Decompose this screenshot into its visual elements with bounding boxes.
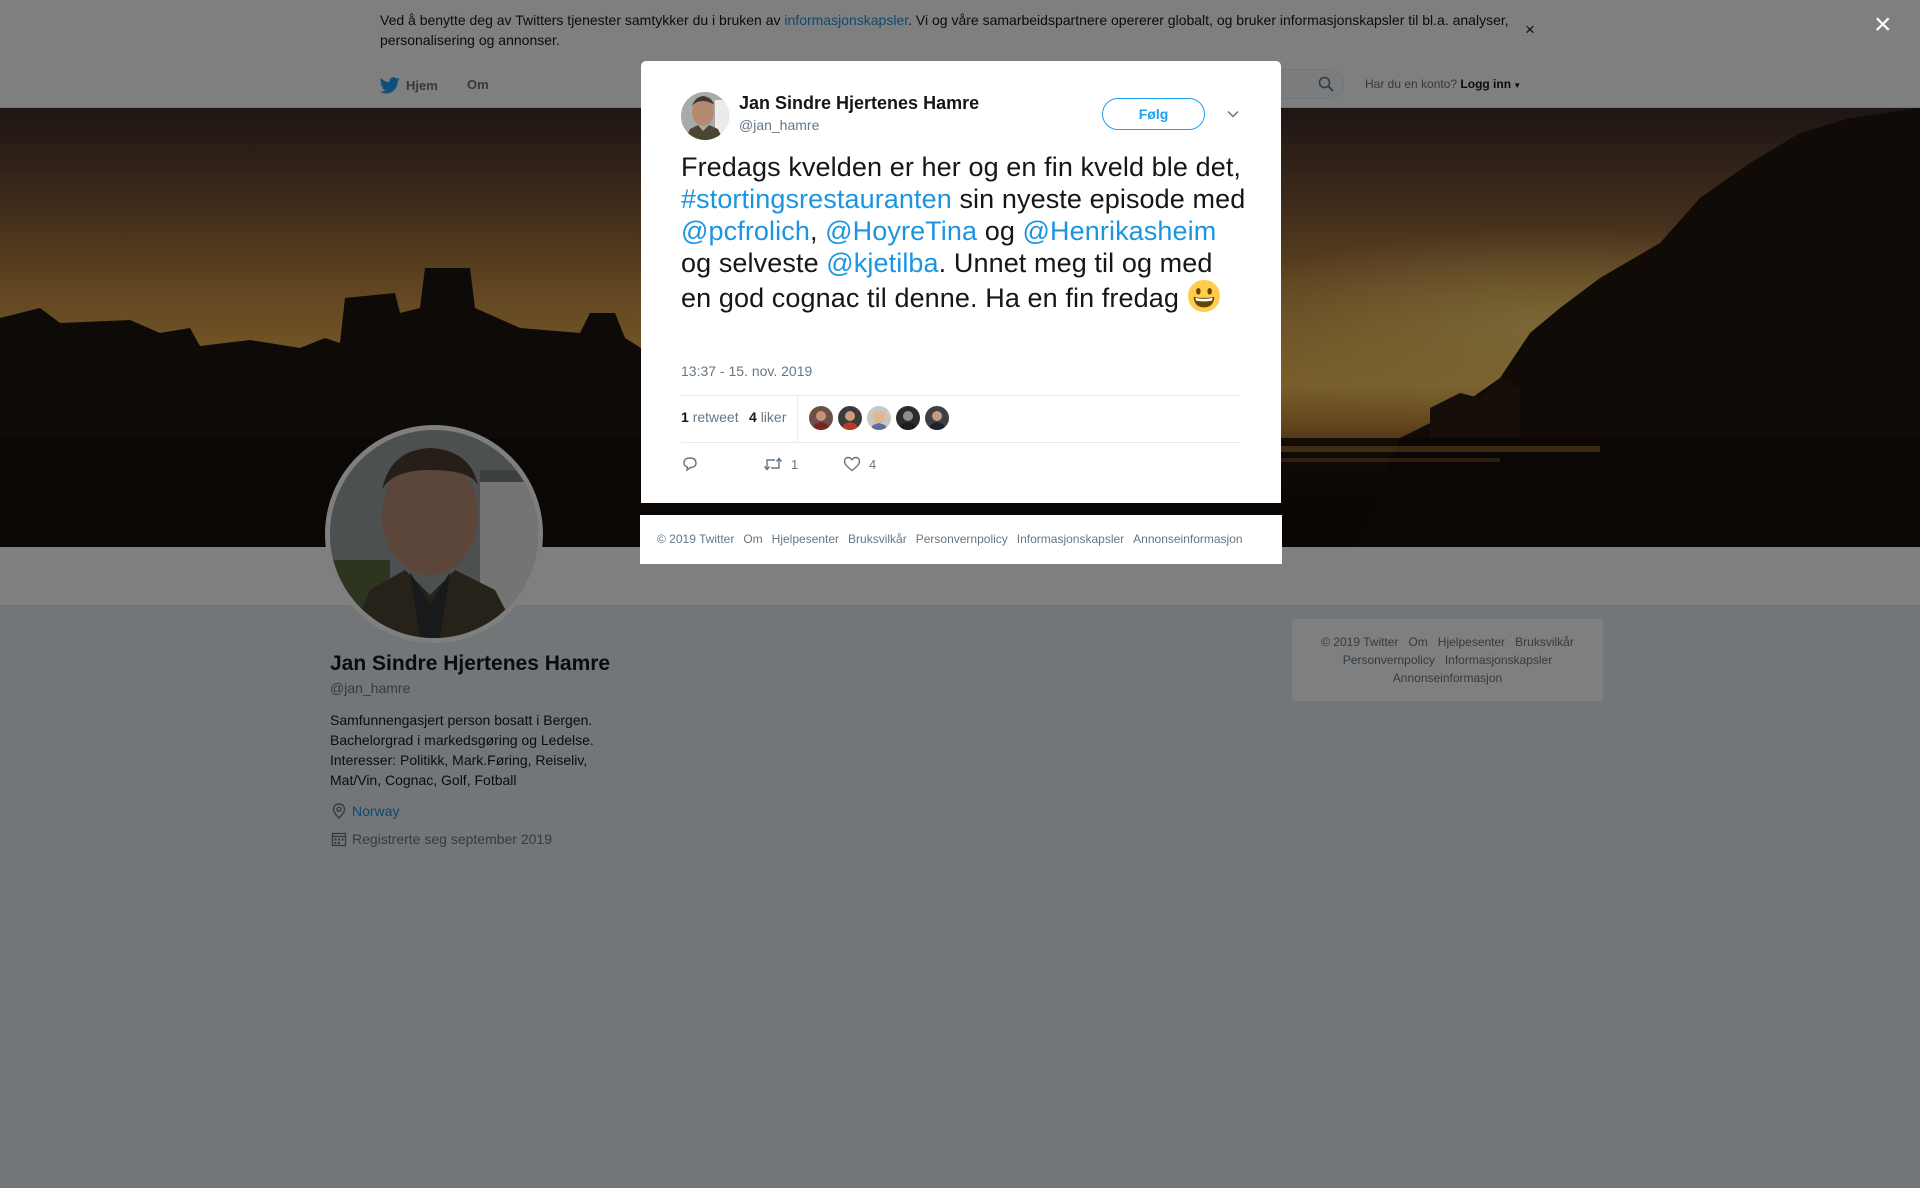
retweet-count: 1 (681, 409, 689, 425)
overlay-close-icon[interactable]: × (1874, 10, 1892, 40)
tweet-actions: 1 4 (681, 455, 981, 479)
hashtag-link[interactable]: #stortingsrestauranten (681, 184, 952, 214)
like-stat[interactable]: 4 liker (749, 409, 786, 425)
reply-button[interactable] (681, 455, 699, 473)
like-button[interactable]: 4 (843, 455, 876, 473)
like-count: 4 (749, 409, 757, 425)
tweet-stats: 1 retweet 4 liker (681, 395, 1241, 443)
tweet-timestamp[interactable]: 13:37 - 15. nov. 2019 (681, 363, 812, 379)
like-label: liker (760, 409, 787, 425)
tweet-author-name[interactable]: Jan Sindre Hjertenes Hamre (739, 93, 979, 114)
footer-link-help[interactable]: Hjelpesenter (772, 532, 839, 546)
mention-link[interactable]: @kjetilba (826, 248, 938, 278)
tweet-modal: Jan Sindre Hjertenes Hamre @jan_hamre Fø… (641, 61, 1281, 503)
liker-photo (896, 406, 920, 430)
liker-avatar[interactable] (867, 406, 891, 430)
mention-link[interactable]: @pcfrolich (681, 216, 810, 246)
footer-link-about[interactable]: Om (743, 532, 762, 546)
liker-avatar[interactable] (809, 406, 833, 430)
reply-icon (683, 457, 697, 472)
liker-photo (838, 406, 862, 430)
follow-button[interactable]: Følg (1102, 98, 1205, 130)
retweet-stat[interactable]: 1 retweet (681, 409, 739, 425)
retweet-label: retweet (692, 409, 739, 425)
tweet-text-part: sin nyeste episode med (951, 184, 1246, 214)
liker-avatar[interactable] (896, 406, 920, 430)
tweet-author-avatar[interactable] (681, 92, 729, 140)
like-action-count: 4 (869, 456, 877, 472)
mention-link[interactable]: @Henrikasheim (1023, 216, 1217, 246)
grinning-face-emoji-icon (1187, 279, 1220, 313)
liker-avatar[interactable] (925, 406, 949, 430)
retweet-action-count: 1 (791, 456, 799, 472)
tweet-text: Fredags kvelden er her og en fin kveld b… (681, 151, 1246, 314)
footer-link-cookies[interactable]: Informasjonskapsler (1017, 532, 1124, 546)
heart-icon (843, 456, 861, 472)
liker-photo (925, 406, 949, 430)
footer-link-privacy[interactable]: Personvernpolicy (916, 532, 1008, 546)
tweet-text-part: Fredags kvelden er her og en fin kveld b… (681, 152, 1242, 182)
tweet-text-part: og (977, 216, 1023, 246)
tweet-text-part: og selveste (681, 248, 827, 278)
retweet-icon (763, 457, 783, 471)
tweet-author-handle[interactable]: @jan_hamre (739, 117, 819, 133)
liker-photo (867, 406, 891, 430)
author-photo (681, 92, 729, 140)
liker-photo (809, 406, 833, 430)
footer-copyright: © 2019 Twitter (657, 532, 735, 546)
footer-link-terms[interactable]: Bruksvilkår (848, 532, 907, 546)
retweet-button[interactable]: 1 (763, 455, 798, 473)
liker-avatar[interactable] (838, 406, 862, 430)
mention-link[interactable]: @HoyreTina (825, 216, 977, 246)
stats-divider (797, 396, 798, 442)
modal-footer: © 2019 Twitter Om Hjelpesenter Bruksvilkår P… (640, 515, 1282, 564)
footer-link-ads[interactable]: Annonseinformasjon (1133, 532, 1242, 546)
tweet-text-part: , (809, 216, 826, 246)
chevron-down-icon[interactable] (1226, 107, 1240, 121)
